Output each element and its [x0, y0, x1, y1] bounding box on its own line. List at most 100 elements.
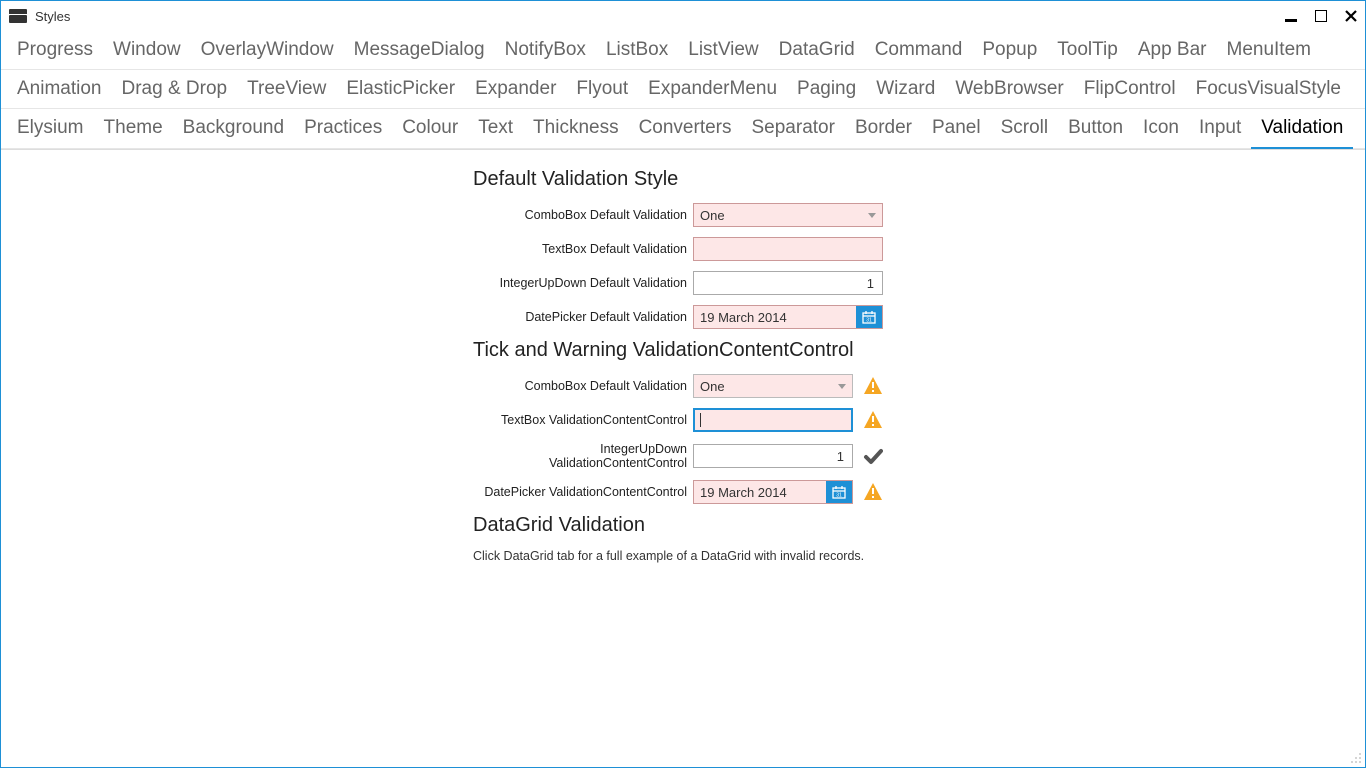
tab-elasticpicker[interactable]: ElasticPicker — [336, 70, 465, 108]
section-datagrid-validation: DataGrid Validation Click DataGrid tab f… — [473, 514, 893, 563]
combo-default[interactable]: One — [693, 203, 883, 227]
datepicker-tw-value: 19 March 2014 — [700, 485, 826, 500]
svg-text:31: 31 — [866, 318, 872, 324]
check-icon — [863, 446, 883, 466]
tab-command[interactable]: Command — [865, 31, 973, 69]
heading-tick-warning: Tick and Warning ValidationContentContro… — [473, 339, 893, 362]
calendar-icon[interactable]: 31 — [856, 306, 882, 328]
tab-border[interactable]: Border — [845, 109, 922, 148]
tab-thickness[interactable]: Thickness — [523, 109, 629, 148]
tab-validation[interactable]: Validation — [1251, 109, 1353, 149]
combo-default-value: One — [700, 208, 868, 223]
app-window: Styles ProgressWindowOverlayWindowMessag… — [0, 0, 1366, 768]
form-default: ComboBox Default Validation One TextBox … — [473, 203, 893, 329]
status-textbox-warn — [853, 410, 887, 430]
tab-separator[interactable]: Separator — [742, 109, 845, 148]
status-combo-warn — [853, 376, 887, 396]
tab-progress[interactable]: Progress — [7, 31, 103, 69]
tab-practices[interactable]: Practices — [294, 109, 392, 148]
tab-datagrid[interactable]: DataGrid — [769, 31, 865, 69]
label-textbox-default: TextBox Default Validation — [473, 242, 693, 256]
tab-row-1: ProgressWindowOverlayWindowMessageDialog… — [1, 31, 1365, 70]
tab-tooltip[interactable]: ToolTip — [1047, 31, 1128, 69]
tab-button[interactable]: Button — [1058, 109, 1133, 148]
tab-converters[interactable]: Converters — [629, 109, 742, 148]
warning-icon — [863, 482, 883, 502]
content-area: Default Validation Style ComboBox Defaul… — [1, 150, 1365, 591]
resize-grip-icon[interactable] — [1351, 753, 1363, 765]
combo-tw[interactable]: One — [693, 374, 853, 398]
combo-tw-value: One — [700, 379, 838, 394]
close-button[interactable] — [1343, 8, 1359, 24]
section-default-validation: Default Validation Style ComboBox Defaul… — [473, 168, 893, 329]
label-date-default: DatePicker Default Validation — [473, 310, 693, 324]
tab-row-2: AnimationDrag & DropTreeViewElasticPicke… — [1, 70, 1365, 109]
tab-animation[interactable]: Animation — [7, 70, 112, 108]
calendar-icon[interactable]: 31 — [826, 481, 852, 503]
tab-row-3: ElysiumThemeBackgroundPracticesColourTex… — [1, 109, 1365, 149]
tab-treeview[interactable]: TreeView — [237, 70, 336, 108]
tab-strip: ProgressWindowOverlayWindowMessageDialog… — [1, 31, 1365, 150]
label-intud-tw: IntegerUpDown ValidationContentControl — [473, 442, 693, 470]
label-date-tw: DatePicker ValidationContentControl — [473, 485, 693, 499]
section-tick-warning: Tick and Warning ValidationContentContro… — [473, 339, 893, 504]
tab-overlaywindow[interactable]: OverlayWindow — [191, 31, 344, 69]
integerupdown-tw-value: 1 — [700, 449, 846, 464]
tab-flyout[interactable]: Flyout — [566, 70, 638, 108]
datepicker-default[interactable]: 19 March 2014 31 — [693, 305, 883, 329]
tab-popup[interactable]: Popup — [972, 31, 1047, 69]
tab-messagedialog[interactable]: MessageDialog — [344, 31, 495, 69]
datagrid-info-text: Click DataGrid tab for a full example of… — [473, 549, 893, 563]
tab-paging[interactable]: Paging — [787, 70, 866, 108]
label-textbox-tw: TextBox ValidationContentControl — [473, 413, 693, 427]
app-folder-icon — [9, 9, 27, 23]
tab-colour[interactable]: Colour — [392, 109, 468, 148]
integerupdown-tw[interactable]: 1 — [693, 444, 853, 468]
tab-background[interactable]: Background — [173, 109, 294, 148]
warning-icon — [863, 410, 883, 430]
text-caret — [700, 413, 701, 427]
tab-wizard[interactable]: Wizard — [866, 70, 945, 108]
tab-window[interactable]: Window — [103, 31, 191, 69]
tab-webbrowser[interactable]: WebBrowser — [945, 70, 1073, 108]
warning-icon — [863, 376, 883, 396]
heading-datagrid-validation: DataGrid Validation — [473, 514, 893, 537]
label-combo-tw: ComboBox Default Validation — [473, 379, 693, 393]
integerupdown-default[interactable]: 1 — [693, 271, 883, 295]
tab-text[interactable]: Text — [468, 109, 523, 148]
tab-drag-drop[interactable]: Drag & Drop — [112, 70, 238, 108]
tab-scroll[interactable]: Scroll — [991, 109, 1059, 148]
tab-focusvisualstyle[interactable]: FocusVisualStyle — [1186, 70, 1351, 108]
tab-listbox[interactable]: ListBox — [596, 31, 678, 69]
tab-notifybox[interactable]: NotifyBox — [495, 31, 596, 69]
tab-expandermenu[interactable]: ExpanderMenu — [638, 70, 787, 108]
tab-elysium[interactable]: Elysium — [7, 109, 94, 148]
tab-panel[interactable]: Panel — [922, 109, 991, 148]
titlebar: Styles — [1, 1, 1365, 31]
chevron-down-icon — [868, 213, 876, 218]
label-combo-default: ComboBox Default Validation — [473, 208, 693, 222]
tab-expander[interactable]: Expander — [465, 70, 566, 108]
heading-default-validation: Default Validation Style — [473, 168, 893, 191]
window-controls — [1283, 8, 1359, 24]
window-title: Styles — [35, 9, 70, 24]
minimize-button[interactable] — [1283, 8, 1299, 24]
textbox-tw[interactable] — [693, 408, 853, 432]
tab-theme[interactable]: Theme — [94, 109, 173, 148]
datepicker-default-value: 19 March 2014 — [700, 310, 856, 325]
textbox-default[interactable] — [693, 237, 883, 261]
status-date-warn — [853, 482, 887, 502]
tab-listview[interactable]: ListView — [678, 31, 768, 69]
datepicker-tw[interactable]: 19 March 2014 31 — [693, 480, 853, 504]
status-intud-ok — [853, 446, 887, 466]
chevron-down-icon — [838, 384, 846, 389]
tab-menuitem[interactable]: MenuItem — [1217, 31, 1321, 69]
tab-flipcontrol[interactable]: FlipControl — [1074, 70, 1186, 108]
tab-input[interactable]: Input — [1189, 109, 1251, 148]
tab-app-bar[interactable]: App Bar — [1128, 31, 1217, 69]
maximize-button[interactable] — [1313, 8, 1329, 24]
tab-icon[interactable]: Icon — [1133, 109, 1189, 148]
label-intud-default: IntegerUpDown Default Validation — [473, 276, 693, 290]
svg-text:31: 31 — [836, 493, 842, 499]
integerupdown-default-value: 1 — [700, 276, 876, 291]
